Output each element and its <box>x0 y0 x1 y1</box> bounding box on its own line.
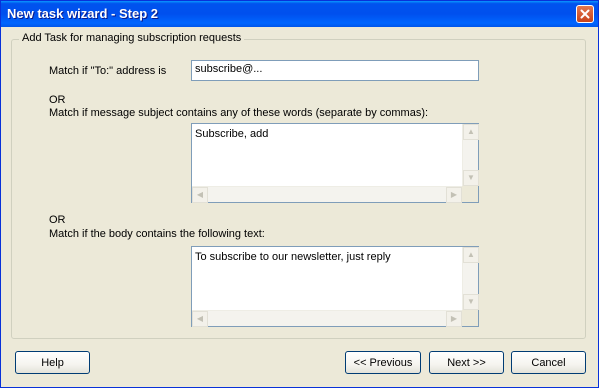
window-title: New task wizard - Step 2 <box>7 6 158 21</box>
scroll-right-button[interactable]: ▶ <box>446 187 462 203</box>
to-address-input[interactable]: subscribe@... <box>191 60 479 81</box>
body-label: Match if the body contains the following… <box>49 228 265 240</box>
wizard-window: New task wizard - Step 2 Add Task for ma… <box>0 0 599 388</box>
to-address-label: Match if "To:" address is <box>49 65 167 77</box>
right-arrow-icon: ▶ <box>450 314 458 323</box>
next-button[interactable]: Next >> <box>429 351 504 374</box>
close-button[interactable] <box>576 5 594 23</box>
scroll-left-button[interactable]: ◀ <box>192 311 208 327</box>
down-arrow-icon: ▼ <box>467 297 475 306</box>
scroll-up-button[interactable]: ▲ <box>463 247 479 263</box>
or-label-1: OR <box>49 94 66 106</box>
or-label-2: OR <box>49 214 66 226</box>
previous-button[interactable]: << Previous <box>345 351 421 374</box>
help-button[interactable]: Help <box>15 351 90 374</box>
down-arrow-icon: ▼ <box>467 173 475 182</box>
up-arrow-icon: ▲ <box>467 250 475 259</box>
scroll-up-button[interactable]: ▲ <box>463 124 479 140</box>
left-arrow-icon: ◀ <box>196 190 204 199</box>
right-arrow-icon: ▶ <box>450 190 458 199</box>
scrollbar-corner <box>462 310 478 326</box>
body-textarea[interactable]: To subscribe to our newsletter, just rep… <box>191 246 479 327</box>
subject-label: Match if message subject contains any of… <box>49 107 429 119</box>
body-text: To subscribe to our newsletter, just rep… <box>195 251 391 263</box>
body-vertical-scrollbar[interactable]: ▲ ▼ <box>462 247 479 310</box>
groupbox-label: Add Task for managing subscription reque… <box>19 32 245 44</box>
scroll-left-button[interactable]: ◀ <box>192 187 208 203</box>
close-icon <box>580 9 590 19</box>
subject-horizontal-scrollbar[interactable]: ◀ ▶ <box>192 186 462 203</box>
up-arrow-icon: ▲ <box>467 127 475 136</box>
scroll-down-button[interactable]: ▼ <box>463 170 479 186</box>
body-horizontal-scrollbar[interactable]: ◀ ▶ <box>192 310 462 327</box>
title-bar[interactable]: New task wizard - Step 2 <box>1 1 598 27</box>
subject-text: Subscribe, add <box>195 128 269 140</box>
left-arrow-icon: ◀ <box>196 314 204 323</box>
cancel-button[interactable]: Cancel <box>511 351 586 374</box>
scrollbar-corner <box>462 186 478 202</box>
scroll-down-button[interactable]: ▼ <box>463 294 479 310</box>
subject-textarea[interactable]: Subscribe, add ▲ ▼ ◀ ▶ <box>191 123 479 203</box>
scroll-right-button[interactable]: ▶ <box>446 311 462 327</box>
subject-vertical-scrollbar[interactable]: ▲ ▼ <box>462 124 479 186</box>
